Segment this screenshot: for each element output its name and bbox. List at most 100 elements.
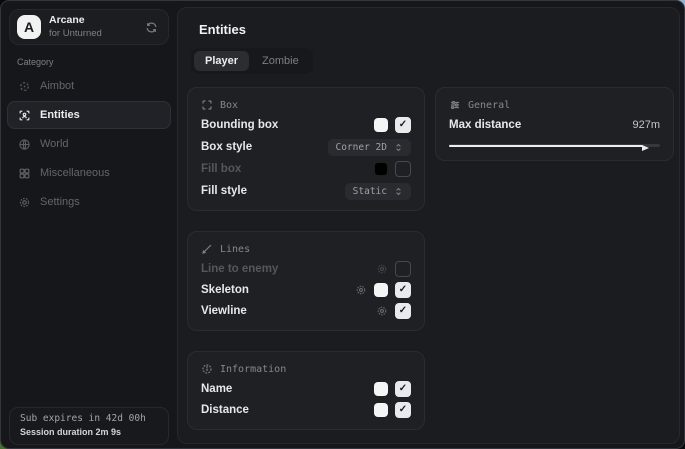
bounding-box-color-swatch[interactable] (374, 118, 388, 132)
app-titles: Arcane for Unturned (49, 15, 137, 39)
lines-card: Lines Line to enemy ✓ (187, 231, 425, 331)
fill-style-dropdown[interactable]: Static (345, 183, 411, 200)
fill-box-checkbox[interactable]: ✓ (395, 161, 411, 177)
name-checkbox[interactable]: ✓ (395, 381, 411, 397)
box-style-row: Box style Corner 2D (201, 139, 411, 155)
check-icon: ✓ (399, 120, 407, 130)
line-to-enemy-checkbox[interactable]: ✓ (395, 261, 411, 277)
tab-zombie[interactable]: Zombie (251, 51, 310, 71)
max-distance-value: 927m (632, 119, 660, 131)
check-icon: ✓ (399, 285, 407, 295)
sync-icon[interactable] (145, 21, 158, 34)
main-panel: Entities Player Zombie (177, 7, 680, 444)
bounding-box-label: Bounding box (201, 119, 374, 131)
distance-row: Distance ✓ (201, 402, 411, 418)
viewline-row: Viewline ✓ (201, 303, 411, 319)
grid-icon (18, 167, 31, 180)
bounding-box-checkbox[interactable]: ✓ (395, 117, 411, 133)
check-icon: ✓ (399, 384, 407, 394)
viewline-label: Viewline (201, 305, 376, 317)
skeleton-label: Skeleton (201, 284, 355, 296)
tab-player[interactable]: Player (194, 51, 249, 71)
column-right: General Max distance 927m (435, 87, 674, 181)
sliders-icon (449, 99, 461, 111)
box-style-dropdown[interactable]: Corner 2D (328, 139, 411, 156)
name-color-swatch[interactable] (374, 382, 388, 396)
app-logo-card: A Arcane for Unturned (9, 9, 169, 45)
viewline-checkbox[interactable]: ✓ (395, 303, 411, 319)
app-subtitle: for Unturned (49, 29, 137, 39)
distance-checkbox[interactable]: ✓ (395, 402, 411, 418)
app-logo: A (17, 15, 41, 39)
sidebar-item-label: Settings (40, 196, 80, 208)
sidebar: A Arcane for Unturned Category (1, 1, 177, 448)
crosshair-icon (18, 80, 31, 93)
globe-icon (18, 138, 31, 151)
fill-box-row: Fill box ✓ (201, 161, 411, 177)
box-style-value: Corner 2D (336, 142, 387, 153)
check-icon: ✓ (399, 306, 407, 316)
information-card-header: Information (201, 363, 411, 375)
sidebar-item-settings[interactable]: Settings (7, 188, 171, 216)
general-card: General Max distance 927m (435, 87, 674, 161)
unfold-icon (394, 143, 403, 152)
category-label: Category (17, 57, 54, 67)
line-to-enemy-label: Line to enemy (201, 263, 376, 275)
sidebar-item-aimbot[interactable]: Aimbot (7, 72, 171, 100)
column-left: Box Bounding box ✓ Box style Co (187, 87, 425, 449)
app-name: Arcane (49, 15, 137, 27)
general-card-title: General (468, 100, 510, 111)
max-distance-label: Max distance (449, 119, 632, 131)
fill-style-row: Fill style Static (201, 183, 411, 199)
sub-expires-text: Sub expires in 42d 00h (20, 413, 158, 424)
row-settings-gear-icon[interactable] (376, 263, 388, 275)
name-label: Name (201, 383, 374, 395)
box-card-title: Box (220, 100, 238, 111)
sidebar-item-label: Miscellaneous (40, 167, 110, 179)
information-card: Information Name ✓ Distance ✓ (187, 351, 425, 430)
sidebar-item-label: Aimbot (40, 80, 74, 92)
box-style-label: Box style (201, 141, 328, 153)
slider-thumb-arrow-icon[interactable] (642, 145, 649, 151)
max-distance-slider[interactable] (449, 142, 660, 149)
slider-fill (449, 145, 643, 147)
row-settings-gear-icon[interactable] (376, 305, 388, 317)
max-distance-row: Max distance 927m (449, 117, 660, 133)
fill-style-label: Fill style (201, 185, 345, 197)
subscription-box: Sub expires in 42d 00h Session duration … (9, 407, 169, 445)
unfold-icon (394, 187, 403, 196)
desktop: A Arcane for Unturned Category (0, 0, 685, 449)
page-title: Entities (199, 22, 246, 37)
session-duration-text: Session duration 2m 9s (20, 427, 158, 437)
gear-icon (18, 196, 31, 209)
line-to-enemy-row: Line to enemy ✓ (201, 261, 411, 277)
sidebar-item-miscellaneous[interactable]: Miscellaneous (7, 159, 171, 187)
sidebar-item-label: Entities (40, 109, 80, 121)
box-corners-icon (201, 99, 213, 111)
pencil-line-icon (201, 243, 213, 255)
fill-box-color-swatch[interactable] (374, 162, 388, 176)
skeleton-checkbox[interactable]: ✓ (395, 282, 411, 298)
info-icon (201, 363, 213, 375)
scan-person-icon (18, 109, 31, 122)
box-card-header: Box (201, 99, 411, 111)
sidebar-item-label: World (40, 138, 69, 150)
check-icon: ✓ (399, 405, 407, 415)
skeleton-row: Skeleton ✓ (201, 282, 411, 298)
sidebar-item-world[interactable]: World (7, 130, 171, 158)
bounding-box-row: Bounding box ✓ (201, 117, 411, 133)
entity-tabs: Player Zombie (191, 48, 313, 74)
lines-card-title: Lines (220, 244, 250, 255)
distance-color-swatch[interactable] (374, 403, 388, 417)
distance-label: Distance (201, 404, 374, 416)
skeleton-color-swatch[interactable] (374, 283, 388, 297)
sidebar-nav: Aimbot Entities (7, 72, 171, 217)
sidebar-item-entities[interactable]: Entities (7, 101, 171, 129)
row-settings-gear-icon[interactable] (355, 284, 367, 296)
fill-box-label: Fill box (201, 163, 374, 175)
name-row: Name ✓ (201, 381, 411, 397)
fill-style-value: Static (353, 186, 387, 197)
lines-card-header: Lines (201, 243, 411, 255)
general-card-header: General (449, 99, 660, 111)
information-card-title: Information (220, 364, 286, 375)
